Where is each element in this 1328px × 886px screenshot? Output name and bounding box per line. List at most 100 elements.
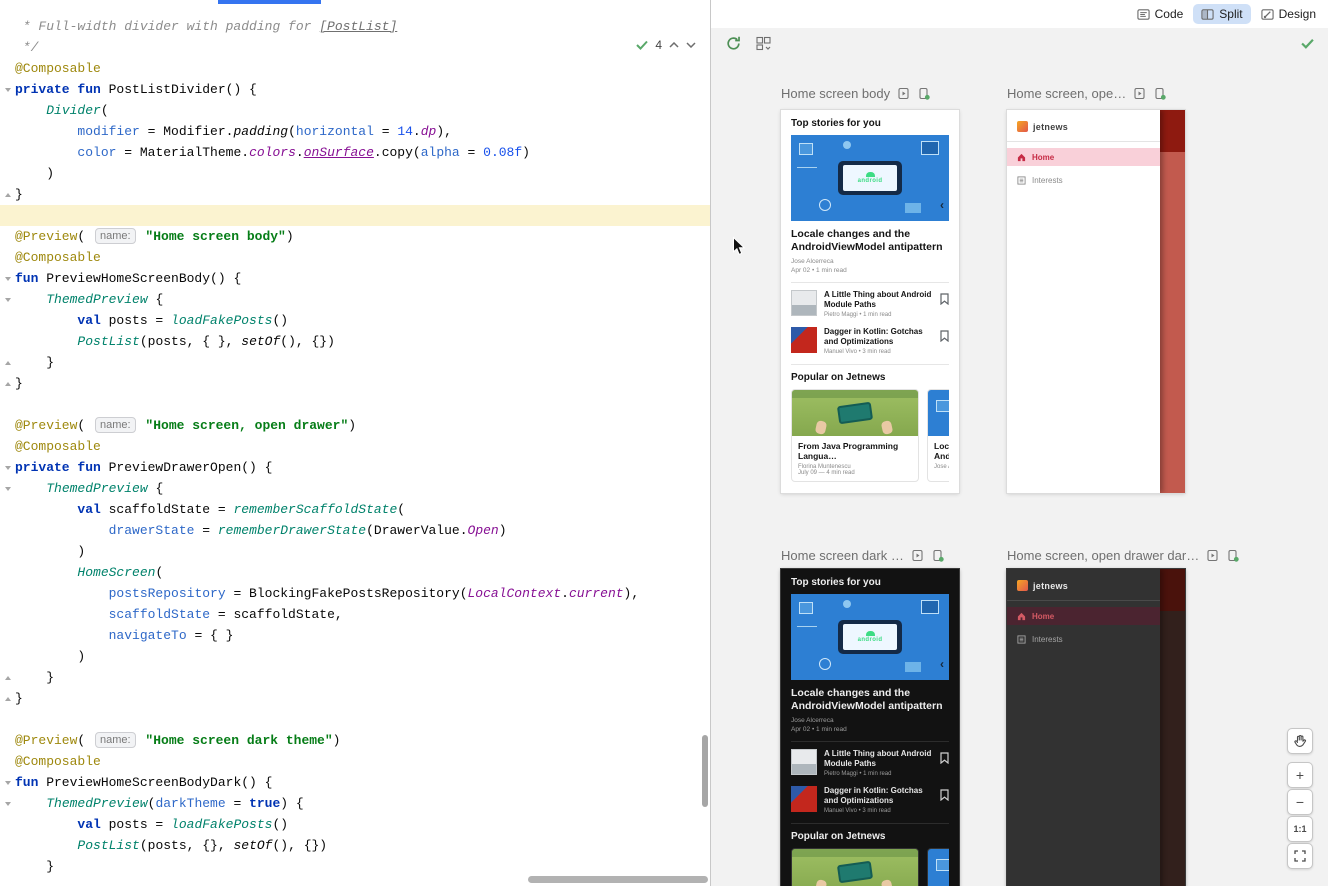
interactive-preview-icon[interactable] bbox=[1133, 87, 1146, 100]
fold-marker[interactable] bbox=[0, 781, 15, 785]
zoom-out-button[interactable]: − bbox=[1287, 789, 1313, 815]
popular-card: From Java Programming Langua… Florina Mu… bbox=[791, 389, 919, 482]
preview-dark-theme[interactable]: Top stories for you android ‹ Locale cha… bbox=[781, 569, 959, 886]
code-line: * Full-width divider with padding for [P… bbox=[0, 16, 710, 37]
interactive-preview-icon[interactable] bbox=[911, 549, 924, 562]
section-title: Popular on Jetnews bbox=[791, 372, 949, 383]
fold-marker[interactable] bbox=[0, 88, 15, 92]
compose-preview-pane: Code Split Design bbox=[711, 0, 1328, 886]
fold-marker[interactable] bbox=[0, 697, 15, 701]
vertical-scrollbar[interactable] bbox=[702, 735, 708, 807]
fold-marker[interactable] bbox=[0, 277, 15, 281]
preview-header-open-drawer: Home screen, ope… bbox=[1007, 86, 1166, 101]
code-line: @Composable bbox=[0, 751, 710, 772]
code-line: ) bbox=[0, 163, 710, 184]
preview-home-screen-body[interactable]: Top stories for you android ‹ Locale cha… bbox=[781, 110, 959, 493]
code-line: @Composable bbox=[0, 58, 710, 79]
hero-illustration: android ‹ bbox=[791, 594, 949, 680]
code-editor-pane[interactable]: * Full-width divider with padding for [P… bbox=[0, 0, 710, 886]
fold-marker[interactable] bbox=[0, 298, 15, 302]
code-line: val scaffoldState = rememberScaffoldStat… bbox=[0, 499, 710, 520]
drawer-item-interests: Interests bbox=[1007, 171, 1160, 189]
bookmark-icon bbox=[940, 751, 949, 769]
preview-header-open-drawer-dark: Home screen, open drawer dar… bbox=[1007, 548, 1239, 563]
code-line: HomeScreen( bbox=[0, 562, 710, 583]
drawer-item-home: Home bbox=[1007, 607, 1160, 625]
code-line: modifier = Modifier.padding(horizontal =… bbox=[0, 121, 710, 142]
zoom-in-button[interactable]: + bbox=[1287, 762, 1313, 788]
tab-code[interactable]: Code bbox=[1129, 4, 1192, 24]
preview-open-drawer-dark[interactable]: jetnews Home Interests bbox=[1007, 569, 1185, 886]
next-problem-icon[interactable] bbox=[686, 42, 696, 48]
code-line: color = MaterialTheme.colors.onSurface.c… bbox=[0, 142, 710, 163]
tab-split-label: Split bbox=[1219, 7, 1242, 21]
popular-card: Locale changes and the Andr… Jose Alcerr… bbox=[927, 848, 949, 886]
popular-carousel: From Java Programming Langua… Florina Mu… bbox=[791, 848, 949, 886]
drawer-item-home: Home bbox=[1007, 148, 1160, 166]
code-line: } bbox=[0, 688, 710, 709]
tab-split[interactable]: Split bbox=[1193, 4, 1250, 24]
code-line: Divider( bbox=[0, 100, 710, 121]
editor-mode-toggle: Code Split Design bbox=[711, 0, 1328, 28]
build-refresh-icon[interactable] bbox=[725, 35, 742, 52]
post-meta: Apr 02 • 1 min read bbox=[791, 266, 949, 275]
build-status-ok-icon bbox=[1301, 38, 1314, 49]
post-list-item: Dagger in Kotlin: Gotchas and Optimizati… bbox=[791, 786, 949, 814]
run-on-device-icon[interactable] bbox=[917, 87, 930, 100]
design-mode-icon bbox=[1261, 8, 1274, 21]
preview-open-drawer[interactable]: jetnews Home Interests bbox=[1007, 110, 1185, 493]
code-line: scaffoldState = scaffoldState, bbox=[0, 604, 710, 625]
code-line bbox=[0, 205, 710, 226]
horizontal-scrollbar[interactable] bbox=[528, 876, 708, 883]
preview-zoom-controls: + − 1:1 bbox=[1287, 728, 1313, 869]
fold-marker[interactable] bbox=[0, 382, 15, 386]
home-icon bbox=[1017, 153, 1026, 162]
view-options-icon[interactable] bbox=[756, 36, 774, 51]
android-studio-split-view: * Full-width divider with padding for [P… bbox=[0, 0, 1328, 886]
code-line: val posts = loadFakePosts() bbox=[0, 814, 710, 835]
fold-marker[interactable] bbox=[0, 802, 15, 806]
code-line: fun PreviewHomeScreenBodyDark() { bbox=[0, 772, 710, 793]
bookmark-icon bbox=[940, 292, 949, 310]
preview-label: Home screen, ope… bbox=[1007, 86, 1126, 101]
zoom-to-fit-button[interactable] bbox=[1287, 843, 1313, 869]
post-thumbnail bbox=[791, 327, 817, 353]
code-line: @Preview( name: "Home screen, open drawe… bbox=[0, 415, 710, 436]
popular-card-illustration bbox=[928, 390, 949, 436]
tab-code-label: Code bbox=[1155, 7, 1184, 21]
pan-tool-button[interactable] bbox=[1287, 728, 1313, 754]
chevron-left-icon: ‹ bbox=[940, 658, 944, 670]
fold-marker[interactable] bbox=[0, 487, 15, 491]
fold-marker[interactable] bbox=[0, 676, 15, 680]
interactive-preview-icon[interactable] bbox=[1206, 549, 1219, 562]
app-logo: jetnews bbox=[1007, 110, 1160, 141]
inspection-count: 4 bbox=[655, 38, 662, 52]
run-on-device-icon[interactable] bbox=[1226, 549, 1239, 562]
code-line bbox=[0, 394, 710, 415]
run-on-device-icon[interactable] bbox=[1153, 87, 1166, 100]
popular-carousel: From Java Programming Langua… Florina Mu… bbox=[791, 389, 949, 482]
inspection-widget[interactable]: 4 bbox=[632, 36, 700, 54]
fold-marker[interactable] bbox=[0, 466, 15, 470]
run-on-device-icon[interactable] bbox=[931, 549, 944, 562]
popular-card-illustration bbox=[792, 390, 918, 436]
drawer-item-interests: Interests bbox=[1007, 630, 1160, 648]
code-line: @Composable bbox=[0, 436, 710, 457]
post-thumbnail bbox=[791, 290, 817, 316]
prev-problem-icon[interactable] bbox=[669, 42, 679, 48]
post-list-item: A Little Thing about Android Module Path… bbox=[791, 749, 949, 777]
fold-marker[interactable] bbox=[0, 193, 15, 197]
zoom-actual-size-button[interactable]: 1:1 bbox=[1287, 816, 1313, 842]
app-logo: jetnews bbox=[1007, 569, 1160, 600]
code-editor[interactable]: * Full-width divider with padding for [P… bbox=[0, 16, 710, 877]
popular-card: From Java Programming Langua… Florina Mu… bbox=[791, 848, 919, 886]
interactive-preview-icon[interactable] bbox=[897, 87, 910, 100]
jetnews-logo-icon bbox=[1017, 121, 1028, 132]
app-content-behind-drawer bbox=[1160, 110, 1185, 493]
code-line: postsRepository = BlockingFakePostsRepos… bbox=[0, 583, 710, 604]
tab-design[interactable]: Design bbox=[1253, 4, 1324, 24]
postlist-preview: Top stories for you android ‹ Locale cha… bbox=[781, 110, 959, 493]
code-line: ThemedPreview { bbox=[0, 478, 710, 499]
code-line: fun PreviewHomeScreenBody() { bbox=[0, 268, 710, 289]
fold-marker[interactable] bbox=[0, 361, 15, 365]
